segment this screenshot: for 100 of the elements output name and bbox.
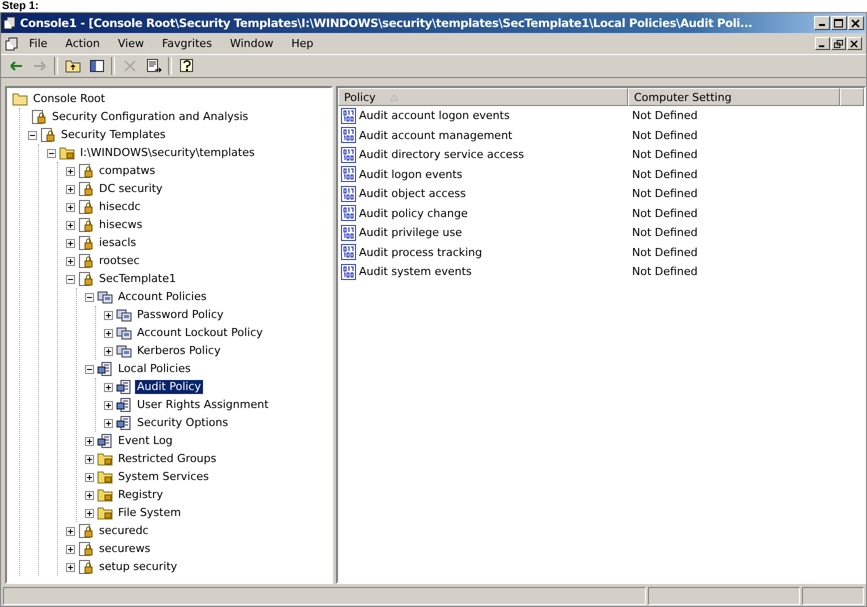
menu-item[interactable]: File: [21, 35, 56, 52]
folder-icon: [12, 92, 28, 106]
audit-policy-icon: [341, 205, 357, 222]
expand-toggle[interactable]: [66, 544, 75, 554]
menu-item[interactable]: View: [110, 35, 152, 52]
console-app-icon: [5, 36, 19, 50]
menu-item[interactable]: Action: [57, 35, 108, 52]
tree-item[interactable]: rootsec: [97, 254, 142, 268]
minimize-button[interactable]: [814, 16, 830, 30]
sort-arrow-icon: [390, 94, 398, 100]
policy-setting: Not Defined: [631, 226, 699, 240]
expand-toggle[interactable]: [104, 382, 113, 392]
tree-item[interactable]: securedc: [97, 524, 151, 538]
tree-item[interactable]: compatws: [97, 164, 158, 178]
expand-toggle[interactable]: [66, 238, 75, 248]
tree-item[interactable]: Kerberos Policy: [135, 344, 223, 358]
locked-document-icon: [78, 559, 94, 575]
expand-toggle[interactable]: [66, 220, 75, 230]
policy-name: Audit policy change: [359, 206, 468, 220]
locked-document-icon: [78, 181, 94, 197]
policy-setting: Not Defined: [631, 246, 699, 259]
close-button[interactable]: [847, 37, 862, 50]
tree-item[interactable]: Console Root: [31, 92, 108, 106]
expand-toggle[interactable]: [66, 562, 75, 572]
expand-toggle[interactable]: [104, 328, 113, 338]
locked-folder-icon: [97, 470, 113, 484]
menu-item[interactable]: Hep: [283, 35, 322, 52]
tree-item[interactable]: SecTemplate1: [97, 272, 178, 286]
document-policy-icon: [116, 379, 132, 395]
expand-toggle[interactable]: [104, 346, 113, 356]
policy-setting: Not Defined: [631, 187, 699, 200]
policy-name: Audit privilege use: [359, 226, 462, 240]
tree-item[interactable]: DC security: [97, 182, 165, 196]
expand-toggle[interactable]: [104, 400, 113, 410]
policy-setting: Not Defined: [631, 168, 699, 181]
locked-document-icon: [78, 541, 94, 557]
computer-policy-icon: [116, 343, 132, 359]
expand-toggle[interactable]: [85, 436, 94, 446]
expand-toggle[interactable]: [85, 490, 94, 500]
tree-item[interactable]: Security Options: [135, 416, 230, 430]
expand-toggle[interactable]: [85, 508, 94, 518]
tree-item[interactable]: Account Policies: [116, 290, 209, 304]
locked-folder-icon: [59, 146, 75, 160]
tree-item[interactable]: Restricted Groups: [116, 452, 218, 466]
tree-item[interactable]: securews: [97, 542, 152, 556]
restore-button[interactable]: [831, 37, 846, 50]
collapse-toggle[interactable]: [47, 148, 56, 158]
column-header[interactable]: Computer Setting: [628, 88, 840, 106]
tree-item[interactable]: File System: [116, 506, 183, 520]
expand-toggle[interactable]: [66, 526, 75, 536]
expand-toggle[interactable]: [66, 184, 75, 194]
locked-document-icon: [78, 271, 94, 287]
expand-toggle[interactable]: [85, 454, 94, 464]
tree-item[interactable]: Audit Policy: [135, 380, 203, 394]
expand-toggle[interactable]: [104, 418, 113, 428]
column-header[interactable]: Policy: [338, 88, 628, 106]
policy-setting: Not Defined: [631, 128, 699, 142]
policy-setting: Not Defined: [631, 265, 699, 278]
document-policy-icon: [97, 433, 113, 449]
computer-policy-icon: [116, 325, 132, 341]
policy-name: Audit object access: [359, 187, 466, 200]
collapse-toggle[interactable]: [66, 274, 75, 284]
tree-item[interactable]: hisecws: [97, 218, 144, 232]
tree-item[interactable]: Event Log: [116, 434, 175, 448]
expand-toggle[interactable]: [85, 472, 94, 482]
collapse-toggle[interactable]: [85, 364, 94, 374]
tree-item[interactable]: I:\WINDOWS\security\templates: [78, 146, 257, 160]
collapse-toggle[interactable]: [85, 292, 94, 302]
audit-policy-icon: [341, 264, 357, 280]
window-title: Console1 - [Console Root\Security Templates\I:\WINDOWS\security\templates\SecTemplate1\Local Policies\Audit Poli...: [20, 16, 754, 30]
maximize-button[interactable]: [831, 16, 847, 30]
close-button[interactable]: [848, 16, 864, 30]
menu-item[interactable]: Favgrites: [154, 35, 220, 52]
computer-policy-icon: [116, 307, 132, 323]
expand-toggle[interactable]: [66, 256, 75, 266]
restore-icon: [834, 40, 843, 48]
tree-item[interactable]: Local Policies: [116, 362, 193, 376]
expand-toggle[interactable]: [66, 202, 75, 212]
menu-item[interactable]: Window: [222, 35, 282, 52]
policy-name: Audit account logon events: [359, 109, 510, 122]
locked-folder-icon: [97, 506, 113, 520]
collapse-toggle[interactable]: [28, 130, 37, 140]
policy-name: Audit system events: [359, 265, 472, 278]
tree-item[interactable]: System Services: [116, 470, 211, 484]
tree-item[interactable]: Account Lockout Policy: [135, 326, 265, 340]
locked-folder-icon: [97, 488, 113, 502]
tree-item[interactable]: setup security: [97, 560, 180, 574]
tree-item[interactable]: Security Configuration and Analysis: [50, 110, 250, 124]
expand-toggle[interactable]: [66, 166, 75, 176]
tree-item[interactable]: User Rights Assignment: [135, 398, 271, 412]
policy-setting: Not Defined: [631, 148, 699, 162]
tree-item[interactable]: Security Templates: [59, 128, 168, 142]
tree-item[interactable]: hisecdc: [97, 200, 143, 214]
tree-item[interactable]: Password Policy: [135, 308, 226, 322]
column-header[interactable]: [840, 88, 864, 106]
tree-item[interactable]: Registry: [116, 488, 166, 502]
document-policy-icon: [116, 415, 132, 431]
tree-item[interactable]: iesacls: [97, 236, 138, 250]
minimize-button[interactable]: [815, 37, 830, 50]
expand-toggle[interactable]: [104, 310, 113, 320]
